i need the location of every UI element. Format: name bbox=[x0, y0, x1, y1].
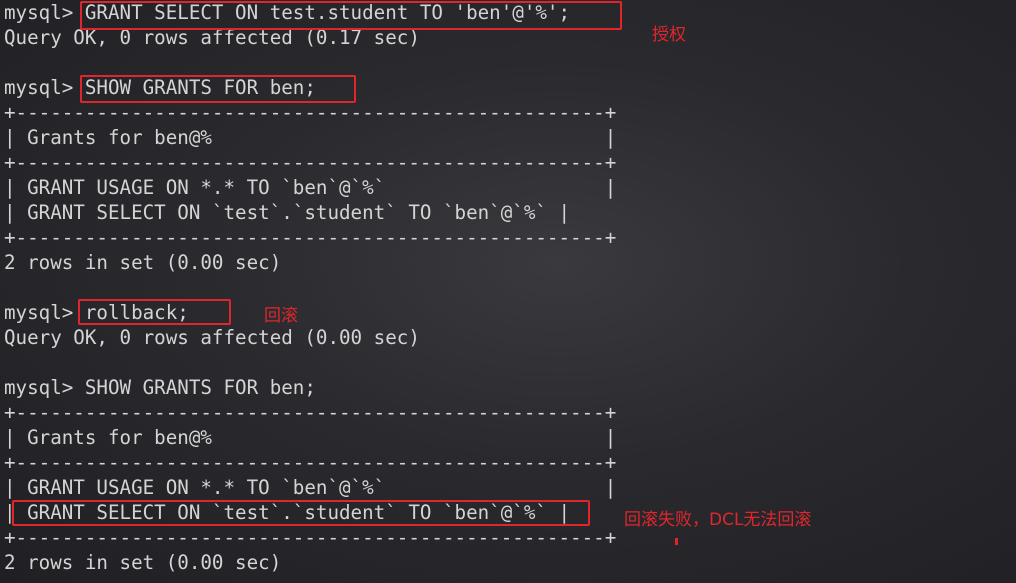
command-show-grants-2: mysql> SHOW GRANTS FOR ben; bbox=[4, 376, 316, 399]
result-rows: 2 rows in set (0.00 sec) bbox=[4, 251, 282, 274]
terminal-window[interactable]: mysql> GRANT SELECT ON test.student TO '… bbox=[0, 0, 1016, 583]
command-show-grants: mysql> SHOW GRANTS FOR ben; bbox=[4, 76, 316, 99]
result-rollback: Query OK, 0 rows affected (0.00 sec) bbox=[4, 326, 420, 349]
table-row: | GRANT SELECT ON `test`.`student` TO `b… bbox=[4, 501, 571, 524]
table-border: +---------------------------------------… bbox=[4, 101, 617, 124]
table-row: | GRANT SELECT ON `test`.`student` TO `b… bbox=[4, 201, 571, 224]
annotation-rollback: 回滚 bbox=[264, 306, 298, 326]
annotation-grant: 授权 bbox=[652, 25, 686, 45]
table-row: | GRANT USAGE ON *.* TO `ben`@`%` | bbox=[4, 176, 617, 199]
annotation-mark bbox=[675, 538, 678, 545]
table-header: | Grants for ben@% | bbox=[4, 426, 617, 449]
result-grant: Query OK, 0 rows affected (0.17 sec) bbox=[4, 26, 420, 49]
table-border: +---------------------------------------… bbox=[4, 526, 617, 549]
result-rows: 2 rows in set (0.00 sec) bbox=[4, 551, 282, 574]
annotation-rollback-failed: 回滚失败，DCL无法回滚 bbox=[624, 510, 812, 530]
table-border: +---------------------------------------… bbox=[4, 151, 617, 174]
table-row: | GRANT USAGE ON *.* TO `ben`@`%` | bbox=[4, 476, 617, 499]
table-border: +---------------------------------------… bbox=[4, 226, 617, 249]
table-border: +---------------------------------------… bbox=[4, 401, 617, 424]
command-rollback: mysql> rollback; bbox=[4, 301, 189, 324]
table-border: +---------------------------------------… bbox=[4, 451, 617, 474]
table-header: | Grants for ben@% | bbox=[4, 126, 617, 149]
command-grant: mysql> GRANT SELECT ON test.student TO '… bbox=[4, 1, 571, 24]
